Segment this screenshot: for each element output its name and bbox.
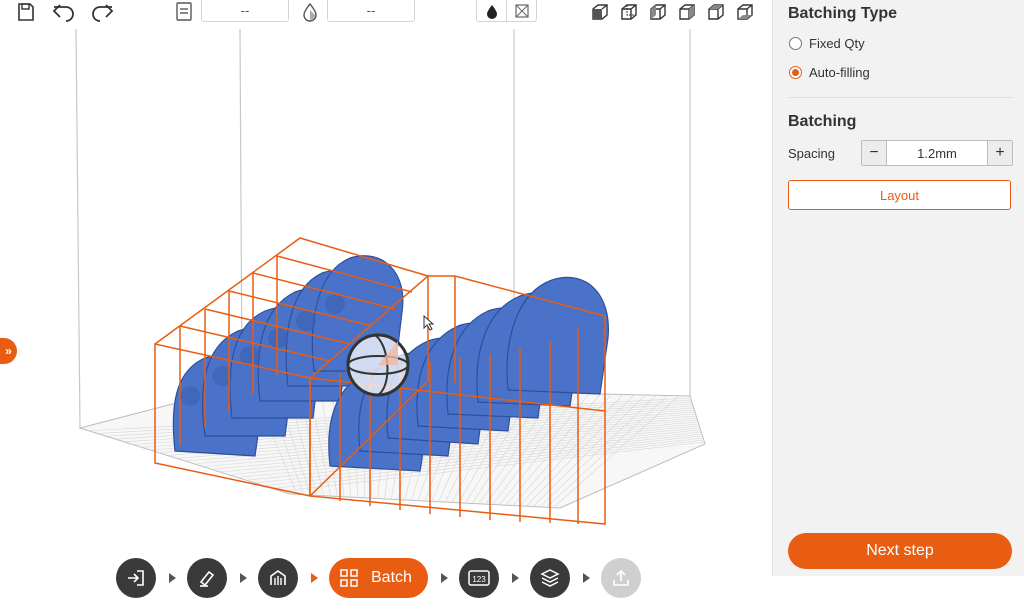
solid-mode-icon[interactable] <box>477 0 506 21</box>
step-arrow <box>511 573 519 583</box>
import-icon <box>128 570 144 586</box>
step-import[interactable] <box>116 558 156 598</box>
view-top-icon[interactable] <box>703 0 729 24</box>
spacing-stepper: − 1.2mm + <box>861 140 1013 166</box>
undo-icon[interactable] <box>51 0 77 24</box>
view-right-icon[interactable] <box>674 0 700 24</box>
view-back-icon[interactable] <box>616 0 642 24</box>
option-auto-filling[interactable]: Auto-filling <box>789 65 870 80</box>
orient-icon <box>199 570 215 587</box>
top-toolbar: -- -- <box>0 0 772 26</box>
spacing-value[interactable]: 1.2mm <box>887 141 987 165</box>
step-arrow <box>582 573 590 583</box>
layer-height-field[interactable]: -- <box>201 0 289 22</box>
number-icon: 123 <box>468 570 490 586</box>
batch-icon <box>340 569 358 587</box>
resin-drop-icon <box>297 0 323 24</box>
section-divider <box>788 97 1013 98</box>
step-arrow <box>240 573 247 583</box>
step-arrow <box>440 573 448 583</box>
slice-icon <box>540 569 560 587</box>
redo-icon[interactable] <box>89 0 115 24</box>
step-batch[interactable]: Batch <box>329 558 428 598</box>
option-fixed-qty[interactable]: Fixed Qty <box>789 36 865 51</box>
radio-fixed-qty[interactable] <box>789 37 802 50</box>
workflow-steps: Batch 123 <box>116 556 641 600</box>
spacing-label: Spacing <box>788 146 835 161</box>
3d-viewport[interactable]: » Batch 123 <box>0 26 772 598</box>
build-volume-scene[interactable] <box>0 26 772 576</box>
step-arrow <box>169 573 176 583</box>
rotation-gizmo[interactable] <box>346 333 410 397</box>
step-export[interactable] <box>600 558 641 598</box>
spacing-increase-button[interactable]: + <box>987 141 1012 165</box>
support-icon <box>270 570 286 585</box>
export-icon <box>613 569 629 586</box>
step-batch-label: Batch <box>371 569 412 586</box>
save-icon[interactable] <box>13 0 39 24</box>
step-arrow <box>311 573 318 583</box>
wireframe-mode-icon[interactable] <box>506 0 536 21</box>
spacing-decrease-button[interactable]: − <box>862 141 887 165</box>
batching-type-title: Batching Type <box>788 5 898 22</box>
view-left-icon[interactable] <box>645 0 671 24</box>
resin-volume-field[interactable]: -- <box>327 0 415 22</box>
right-settings-panel: Batching Type Fixed Qty Auto-filling Bat… <box>772 0 1024 576</box>
layout-button[interactable]: Layout <box>788 180 1011 210</box>
step-orient[interactable] <box>187 558 227 598</box>
batching-title: Batching <box>788 113 857 130</box>
step-support[interactable] <box>258 558 298 598</box>
radio-auto-filling[interactable] <box>789 66 802 79</box>
layer-height-icon <box>171 0 197 24</box>
svg-text:123: 123 <box>472 575 486 584</box>
option-auto-filling-label: Auto-filling <box>809 65 870 80</box>
step-slice[interactable] <box>529 558 570 598</box>
display-mode-group <box>476 0 537 22</box>
view-front-icon[interactable] <box>587 0 613 24</box>
option-fixed-qty-label: Fixed Qty <box>809 36 865 51</box>
step-number[interactable]: 123 <box>458 558 499 598</box>
next-step-button[interactable]: Next step <box>788 533 1012 569</box>
view-bottom-icon[interactable] <box>732 0 758 24</box>
